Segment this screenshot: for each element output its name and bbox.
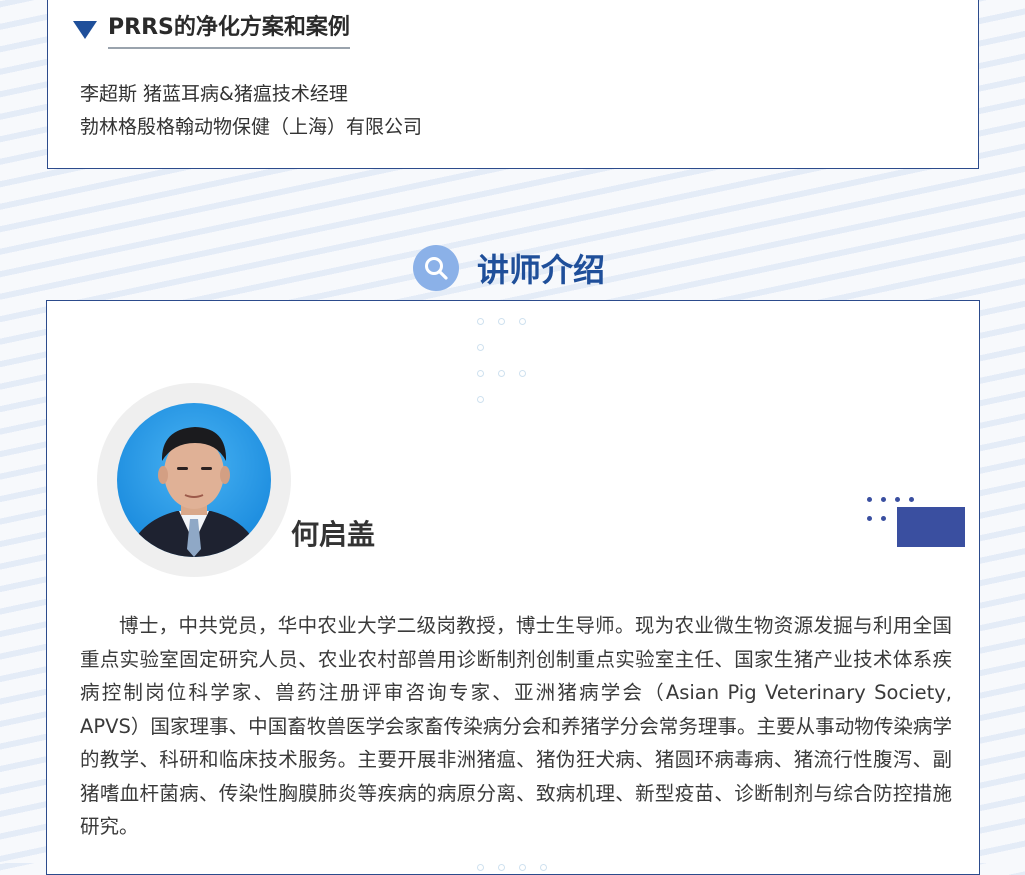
lecturer-card: 何启盖 博士，中共党员，华中农业大学二级岗教授，博士生导师。现为农业微生物资源发… (46, 300, 980, 875)
avatar-frame (97, 383, 291, 577)
topic-company: 勃林格殷格翰动物保健（上海）有限公司 (80, 116, 423, 138)
decorative-dots-top (477, 318, 557, 422)
decorative-dots-bottom (477, 856, 561, 875)
search-icon (413, 245, 459, 291)
avatar (117, 403, 271, 557)
decorative-block (897, 507, 965, 547)
lecturer-name: 何启盖 (291, 518, 376, 551)
lecturer-bio: 博士，中共党员，华中农业大学二级岗教授，博士生导师。现为农业微生物资源发掘与利用… (80, 614, 952, 838)
section-title: 讲师介绍 (477, 251, 606, 289)
triangle-marker-icon (73, 21, 97, 39)
topic-card: PRRS的净化方案和案例 李超斯 猪蓝耳病&猪瘟技术经理 勃林格殷格翰动物保健（… (47, 0, 979, 169)
topic-speaker: 李超斯 猪蓝耳病&猪瘟技术经理 (80, 83, 348, 105)
topic-title: PRRS的净化方案和案例 (108, 9, 350, 49)
section-heading: 讲师介绍 (413, 244, 605, 292)
